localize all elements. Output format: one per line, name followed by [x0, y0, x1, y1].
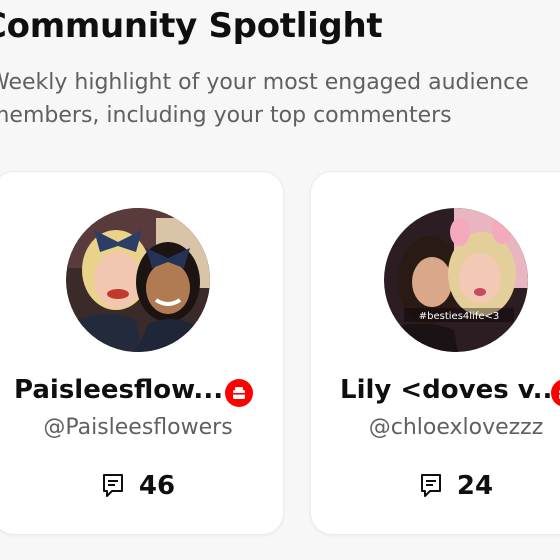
channel-name[interactable]: Paisleesflow...: [14, 375, 223, 405]
name-row: Paisleesflow...: [0, 375, 283, 415]
channel-handle[interactable]: @chloexlovezzz: [311, 415, 560, 440]
spotlight-card[interactable]: #besties4life<3 Lily <doves v... @chloex…: [310, 171, 560, 535]
community-spotlight-page: Community Spotlight Weekly highlight of …: [0, 0, 560, 560]
comment-icon: [420, 474, 441, 497]
channel-handle[interactable]: @Paisleesflowers: [0, 415, 283, 440]
avatar[interactable]: [66, 208, 210, 352]
channel-name[interactable]: Lily <doves v...: [340, 375, 560, 405]
avatar-photo: #besties4life<3: [384, 208, 528, 352]
svg-text:#besties4life<3: #besties4life<3: [419, 311, 499, 322]
member-gift-icon: [225, 379, 253, 407]
comment-stat: 46: [0, 468, 283, 504]
comment-stat: 24: [311, 468, 560, 504]
avatar-photo: [66, 208, 210, 352]
spotlight-card[interactable]: Paisleesflow... @Paisleesflowers 46: [0, 171, 284, 535]
comment-icon: [102, 474, 123, 497]
comment-count: 46: [138, 471, 176, 501]
section-title: Community Spotlight: [0, 6, 383, 46]
section-subtitle: Weekly highlight of your most engaged au…: [0, 70, 529, 128]
comment-count: 24: [456, 471, 494, 501]
name-row: Lily <doves v...: [311, 375, 560, 415]
avatar[interactable]: #besties4life<3: [384, 208, 528, 352]
